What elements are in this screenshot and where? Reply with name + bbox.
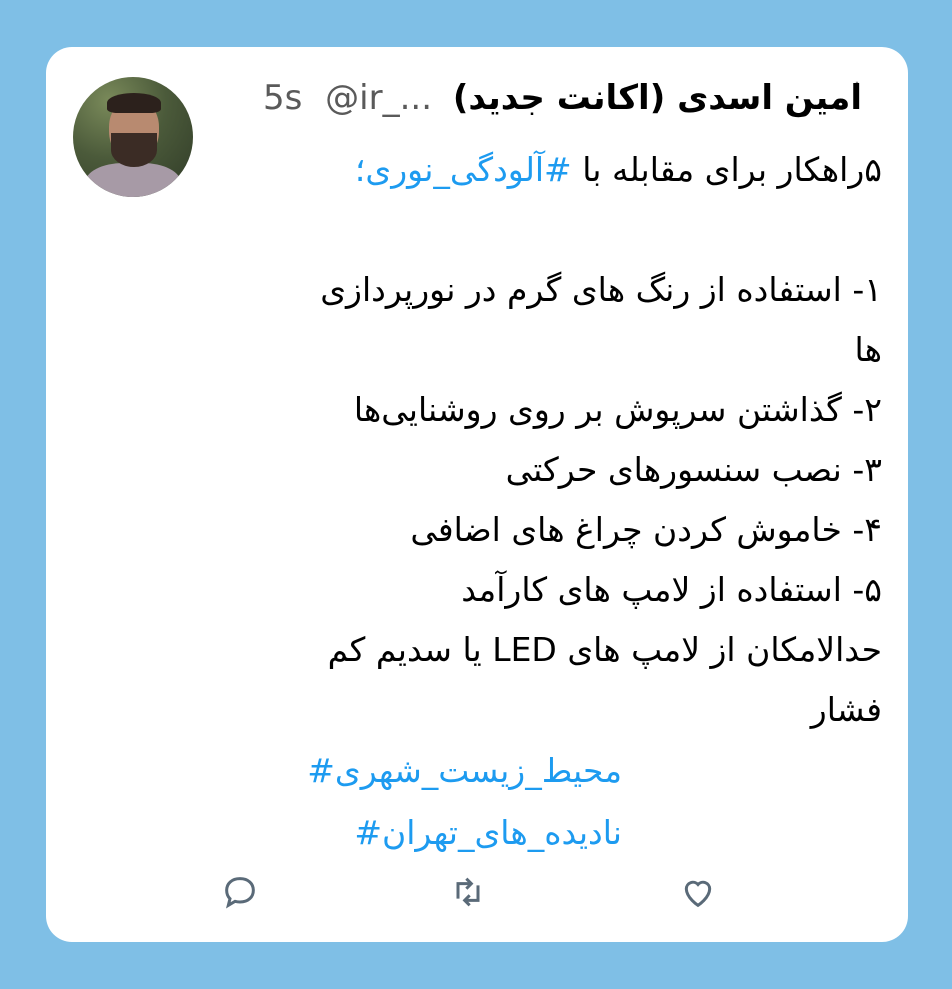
- hashtag-list: محیط_زیست_شهری# نادیده_های_تهران#: [222, 740, 622, 864]
- tweet-line-3: ۱- استفاده از رنگ های گرم در نورپردازی: [320, 270, 882, 309]
- tweet-line-6: ۳- نصب سنسورهای حرکتی: [505, 450, 882, 489]
- heart-icon[interactable]: [678, 872, 718, 912]
- reply-icon[interactable]: [220, 872, 260, 912]
- hashtag-2[interactable]: نادیده_های_تهران#: [222, 802, 622, 864]
- tweet-body: ۵راهکار برای مقابله با #آلودگی_نوری؛ ۱- …: [202, 140, 882, 740]
- tweet-header: امین اسدی (اکانت جدید) @ir_... 5s: [263, 76, 862, 120]
- user-handle[interactable]: @ir_...: [325, 78, 432, 118]
- display-name[interactable]: امین اسدی (اکانت جدید): [453, 78, 862, 118]
- tweet-line-10: فشار: [810, 690, 882, 729]
- tweet-line-5: ۲- گذاشتن سرپوش بر روی روشنایی‌ها: [353, 390, 882, 429]
- retweet-icon[interactable]: [448, 872, 488, 912]
- hashtag-1[interactable]: محیط_زیست_شهری#: [222, 740, 622, 802]
- tweet-actions: [0, 872, 952, 912]
- tweet-line-4: ها: [854, 330, 882, 369]
- inline-hashtag[interactable]: #آلودگی_نوری؛: [355, 150, 572, 189]
- avatar[interactable]: [73, 77, 193, 197]
- tweet-line-8: ۵- استفاده از لامپ های کارآمد: [461, 570, 882, 609]
- tweet-line-7: ۴- خاموش کردن چراغ های اضافی: [410, 510, 882, 549]
- tweet-line-1-text: ۵راهکار برای مقابله با: [571, 150, 882, 189]
- timestamp[interactable]: 5s: [263, 78, 302, 118]
- tweet-line-9: حدالامکان از لامپ های LED یا سدیم کم: [327, 630, 882, 669]
- avatar-beard: [111, 133, 157, 167]
- avatar-shirt: [85, 163, 181, 197]
- tweet-line-1: ۵راهکار برای مقابله با #آلودگی_نوری؛: [202, 140, 882, 200]
- avatar-hair: [107, 93, 161, 113]
